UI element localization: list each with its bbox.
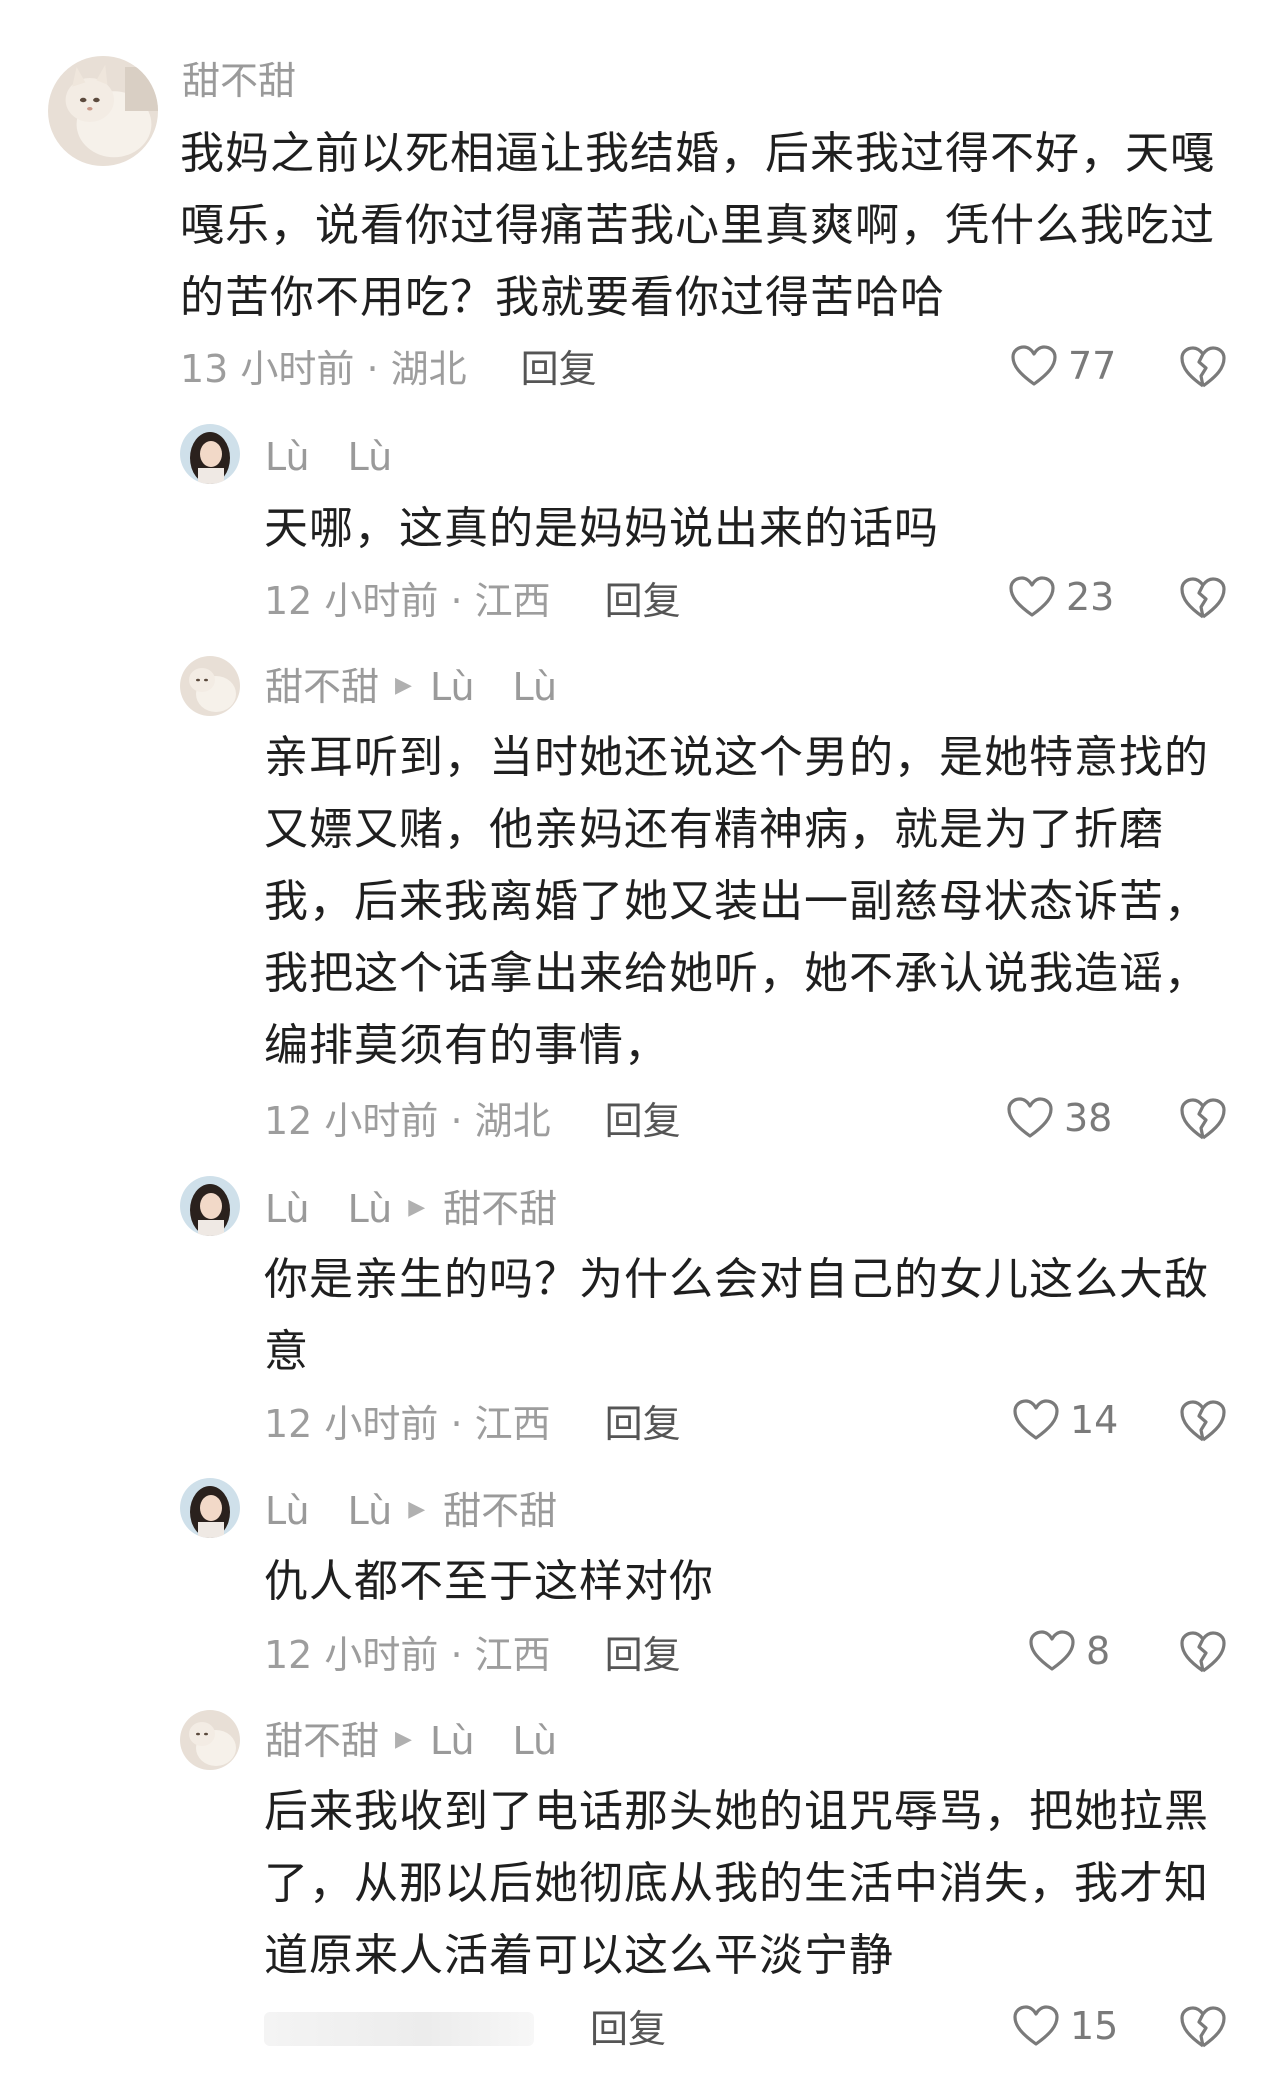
like-button[interactable]: 23: [1008, 575, 1114, 619]
broken-heart-icon: [1180, 1098, 1226, 1140]
girl-avatar-icon: [180, 424, 240, 484]
dislike-button[interactable]: [1178, 575, 1228, 621]
author-name[interactable]: 甜不甜: [182, 62, 296, 100]
reply-button[interactable]: 回复: [605, 582, 681, 620]
comment-author[interactable]: Lù Lù ▶ 甜不甜: [265, 1190, 557, 1228]
like-button[interactable]: 14: [1012, 1398, 1118, 1442]
author-name[interactable]: Lù Lù: [265, 1190, 392, 1228]
comment-text: 我妈之前以死相逼让我结婚，后来我过得不好，天嘎嘎乐，说看你过得痛苦我心里真爽啊，…: [180, 128, 1215, 323]
avatar[interactable]: [48, 56, 158, 166]
broken-heart-icon: [1180, 1631, 1226, 1673]
like-button[interactable]: 8: [1028, 1629, 1110, 1673]
comment-author[interactable]: Lù Lù ▶ 甜不甜: [265, 1492, 557, 1530]
avatar[interactable]: [180, 1478, 240, 1538]
heart-outline-icon: [1029, 1630, 1075, 1671]
cat-avatar-icon: [48, 56, 158, 166]
author-name[interactable]: 甜不甜: [265, 668, 379, 706]
comment-time-location: 13 小时前 · 湖北: [180, 347, 467, 391]
triangle-right-icon: ▶: [395, 673, 412, 698]
girl-avatar-icon: [180, 1176, 240, 1236]
author-name[interactable]: Lù Lù: [265, 438, 392, 476]
cat-avatar-icon: [180, 1710, 240, 1770]
comment-time-location: 12 小时前 · 江西: [264, 1402, 551, 1446]
triangle-right-icon: ▶: [395, 1727, 412, 1752]
dislike-button[interactable]: [1178, 1629, 1228, 1675]
comment-meta: 回复: [264, 2010, 666, 2048]
reply-button[interactable]: 回复: [590, 2010, 666, 2048]
reply-to-name[interactable]: 甜不甜: [443, 1492, 557, 1530]
heart-outline-icon: [1013, 2005, 1059, 2046]
broken-heart-icon: [1180, 2006, 1226, 2048]
comment-text: 天哪，这真的是妈妈说出来的话吗: [264, 503, 939, 554]
comment-text: 你是亲生的吗？为什么会对自己的女儿这么大敌意: [264, 1254, 1209, 1377]
dislike-button[interactable]: [1178, 344, 1228, 390]
comment-text: 后来我收到了电话那头她的诅咒辱骂，把她拉黑了，从那以后她彻底从我的生活中消失，我…: [264, 1786, 1209, 1981]
girl-avatar-icon: [180, 1478, 240, 1538]
avatar[interactable]: [180, 656, 240, 716]
reply-to-name[interactable]: 甜不甜: [443, 1190, 557, 1228]
heart-outline-icon: [1011, 345, 1057, 386]
comment-time-location: 12 小时前 · 湖北: [264, 1099, 551, 1143]
comment-meta: 12 小时前 · 湖北 回复: [264, 1102, 681, 1140]
avatar[interactable]: [180, 424, 240, 484]
broken-heart-icon: [1180, 1400, 1226, 1442]
like-button[interactable]: 38: [1006, 1096, 1112, 1140]
broken-heart-icon: [1180, 346, 1226, 388]
comment-author[interactable]: Lù Lù: [265, 438, 392, 476]
broken-heart-icon: [1180, 577, 1226, 619]
comment-time-location: [264, 2012, 534, 2046]
avatar[interactable]: [180, 1710, 240, 1770]
like-count: 8: [1086, 1629, 1111, 1673]
like-count: 23: [1066, 575, 1115, 619]
heart-outline-icon: [1013, 1399, 1059, 1440]
reply-button[interactable]: 回复: [605, 1102, 681, 1140]
avatar[interactable]: [180, 1176, 240, 1236]
reply-button[interactable]: 回复: [521, 350, 597, 388]
dislike-button[interactable]: [1178, 1096, 1228, 1142]
comment-meta: 13 小时前 · 湖北 回复: [180, 350, 597, 388]
triangle-right-icon: ▶: [408, 1195, 426, 1220]
reply-to-name[interactable]: Lù Lù: [430, 1722, 557, 1760]
comment-author[interactable]: 甜不甜 ▶ Lù Lù: [265, 1722, 557, 1760]
like-count: 77: [1068, 344, 1117, 388]
reply-button[interactable]: 回复: [605, 1636, 681, 1674]
triangle-right-icon: ▶: [408, 1497, 426, 1522]
dislike-button[interactable]: [1178, 2004, 1228, 2050]
comment-meta: 12 小时前 · 江西 回复: [264, 582, 681, 620]
comment-time-location: 12 小时前 · 江西: [264, 1633, 551, 1677]
like-count: 14: [1070, 1398, 1119, 1442]
like-button[interactable]: 15: [1012, 2004, 1118, 2048]
comment-time-location: 12 小时前 · 江西: [264, 579, 551, 623]
like-count: 38: [1064, 1096, 1113, 1140]
comment-author[interactable]: 甜不甜: [182, 62, 296, 100]
heart-outline-icon: [1007, 1097, 1053, 1138]
author-name[interactable]: Lù Lù: [265, 1492, 392, 1530]
like-button[interactable]: 77: [1010, 344, 1116, 388]
comment-text: 仇人都不至于这样对你: [264, 1556, 714, 1607]
comment-text: 亲耳听到，当时她还说这个男的，是她特意找的又嫖又赌，他亲妈还有精神病，就是为了折…: [264, 732, 1209, 1071]
comment-meta: 12 小时前 · 江西 回复: [264, 1636, 681, 1674]
like-count: 15: [1070, 2004, 1119, 2048]
heart-outline-icon: [1009, 576, 1055, 617]
comment-item: 甜不甜 我妈之前以死相逼让我结婚，后来我过得不好，天嘎嘎乐，说看你过得痛苦我心里…: [0, 0, 1284, 388]
reply-button[interactable]: 回复: [605, 1405, 681, 1443]
reply-to-name[interactable]: Lù Lù: [430, 668, 557, 706]
author-name[interactable]: 甜不甜: [265, 1722, 379, 1760]
dislike-button[interactable]: [1178, 1398, 1228, 1444]
comment-author[interactable]: 甜不甜 ▶ Lù Lù: [265, 668, 557, 706]
comment-meta: 12 小时前 · 江西 回复: [264, 1405, 681, 1443]
cat-avatar-icon: [180, 656, 240, 716]
